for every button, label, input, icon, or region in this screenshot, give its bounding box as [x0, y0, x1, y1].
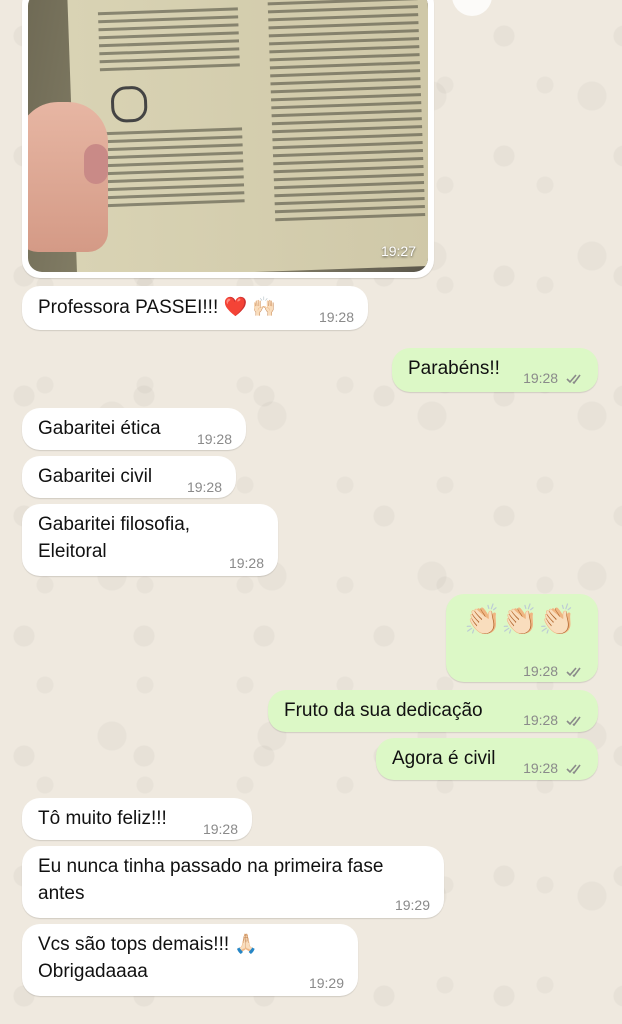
message-text-line-1: Gabaritei filosofia,	[38, 514, 191, 535]
message-time: 19:28	[523, 663, 559, 679]
message-text: Gabaritei civil	[38, 466, 153, 487]
doc-left-text	[97, 2, 240, 76]
message-incoming[interactable]: Gabaritei ética 19:28	[22, 408, 246, 450]
message-incoming[interactable]: Gabaritei filosofia, Eleitoral 19:28	[22, 504, 278, 576]
chat-thread[interactable]: 19:27 Professora PASSEI!!! ❤️ 🙌🏻 19:28 P…	[0, 0, 622, 1024]
doc-right-text	[267, 0, 426, 226]
read-ticks-icon	[566, 764, 581, 775]
document-paper	[67, 0, 428, 272]
message-text-line-1: Vcs são tops demais!!! 🙏🏻	[38, 934, 259, 955]
no-entry-icon	[110, 85, 148, 123]
message-time: 19:28	[523, 712, 559, 728]
photo-time: 19:27	[380, 243, 416, 259]
fingernail	[84, 144, 108, 184]
message-text: Parabéns!!	[408, 358, 500, 379]
photo-message[interactable]: 19:27	[22, 0, 434, 278]
message-outgoing-emoji[interactable]: 👏🏻👏🏻👏🏻 19:28	[446, 594, 598, 682]
message-text-line-2: Eleitoral	[38, 541, 107, 562]
doc-left-text-2	[102, 122, 245, 212]
message-time: 19:28	[186, 479, 222, 495]
message-outgoing[interactable]: Parabéns!! 19:28	[392, 348, 598, 392]
message-time: 19:28	[202, 821, 238, 837]
scroll-button[interactable]	[452, 0, 492, 16]
read-ticks-icon	[566, 716, 581, 727]
message-incoming[interactable]: Eu nunca tinha passado na primeira fase …	[22, 846, 444, 918]
message-text-line-1: Eu nunca tinha passado na primeira fase	[38, 856, 384, 877]
message-text: Fruto da sua dedicação	[284, 700, 483, 721]
message-text: Gabaritei ética	[38, 418, 161, 439]
message-text: Agora é civil	[392, 748, 496, 769]
message-outgoing[interactable]: Agora é civil 19:28	[376, 738, 598, 780]
message-text: Tô muito feliz!!!	[38, 808, 167, 829]
message-time: 19:29	[394, 897, 430, 913]
message-text: Professora PASSEI!!! ❤️ 🙌🏻	[38, 297, 277, 318]
photo-thumbnail[interactable]: 19:27	[28, 0, 428, 272]
message-time: 19:28	[523, 760, 559, 776]
message-text-line-2: antes	[38, 883, 85, 904]
message-time: 19:28	[228, 555, 264, 571]
read-ticks-icon	[566, 374, 581, 385]
message-time: 19:28	[318, 309, 354, 325]
message-text-line-2: Obrigadaaaa	[38, 961, 148, 982]
message-outgoing[interactable]: Fruto da sua dedicação 19:28	[268, 690, 598, 732]
message-time: 19:28	[523, 370, 559, 386]
message-incoming[interactable]: Gabaritei civil 19:28	[22, 456, 236, 498]
message-time: 19:29	[308, 975, 344, 991]
message-incoming[interactable]: Vcs são tops demais!!! 🙏🏻 Obrigadaaaa 19…	[22, 924, 358, 996]
message-incoming[interactable]: Tô muito feliz!!! 19:28	[22, 798, 252, 840]
message-time: 19:28	[196, 431, 232, 447]
message-emoji: 👏🏻👏🏻👏🏻	[464, 604, 577, 637]
message-incoming[interactable]: Professora PASSEI!!! ❤️ 🙌🏻 19:28	[22, 286, 368, 330]
read-ticks-icon	[566, 667, 581, 678]
